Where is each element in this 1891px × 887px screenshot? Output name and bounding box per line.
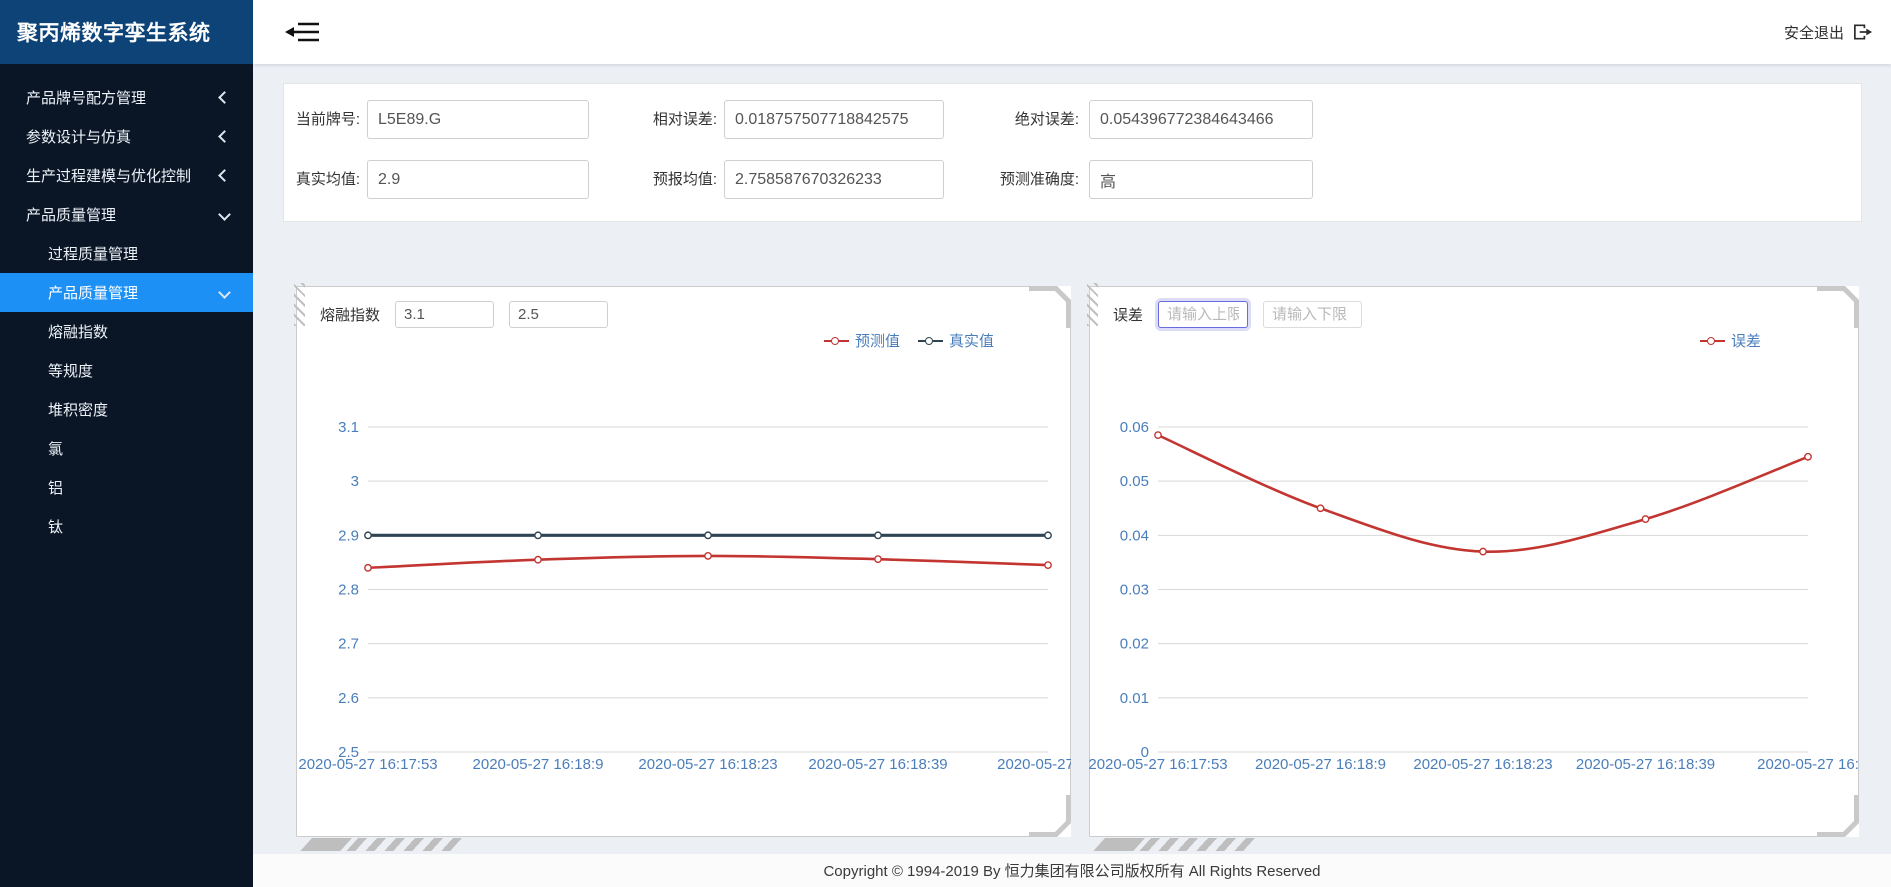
field-label: 真实均值: <box>288 160 360 199</box>
sidebar-item[interactable]: 堆积密度 <box>0 390 253 429</box>
y-axis-tick-label: 3 <box>351 473 359 490</box>
data-point-marker <box>705 532 711 538</box>
predicted-mean-input[interactable] <box>724 160 944 199</box>
data-point-marker <box>875 556 881 562</box>
relative-error-input[interactable] <box>724 100 944 139</box>
field-label: 相对误差: <box>629 100 717 139</box>
y-axis-tick-label: 0.02 <box>1120 636 1149 653</box>
y-axis-tick-label: 0.05 <box>1120 473 1149 490</box>
sidebar-item[interactable]: 生产过程建模与优化控制 <box>0 156 253 195</box>
sidebar-item[interactable]: 产品牌号配方管理 <box>0 78 253 117</box>
y-axis-tick-label: 2.9 <box>338 527 359 544</box>
x-axis-tick-label: 2020-05-27 16:18:39 <box>808 756 947 773</box>
data-point-marker <box>1317 505 1323 511</box>
x-axis-tick-label: 2020-05-27 16:18:23 <box>1413 756 1552 773</box>
field-label: 预测准确度: <box>974 160 1079 199</box>
y-axis-tick-label: 0.04 <box>1120 527 1149 544</box>
field-label: 预报均值: <box>629 160 717 199</box>
logout-icon <box>1852 22 1873 42</box>
data-point-marker <box>875 532 881 538</box>
y-axis-tick-label: 2.6 <box>338 690 359 707</box>
hamburger-left-arrow-icon <box>281 15 325 49</box>
series-line-误差 <box>1158 435 1808 552</box>
true-mean-input[interactable] <box>367 160 589 199</box>
y-axis-tick-label: 2.7 <box>338 636 359 653</box>
sidebar-item[interactable]: 过程质量管理 <box>0 234 253 273</box>
sidebar-item-label: 钛 <box>48 516 63 537</box>
summary-card: 当前牌号: 相对误差: 绝对误差: 真实均值: 预报均值: 预测准确度: <box>283 83 1862 222</box>
data-point-marker <box>1480 548 1486 554</box>
data-point-marker <box>535 532 541 538</box>
x-axis-tick-label: 2020-05-27 16:18:9 <box>473 756 604 773</box>
sidebar-item-label: 铝 <box>48 477 63 498</box>
chevron-left-icon <box>218 130 231 143</box>
sidebar-item-label: 氯 <box>48 438 63 459</box>
x-axis-tick-label: 2020-05-27 16:18:23 <box>638 756 777 773</box>
data-point-marker <box>1045 532 1051 538</box>
data-point-marker <box>365 532 371 538</box>
sidebar-item-label: 产品牌号配方管理 <box>26 87 146 108</box>
sidebar-item[interactable]: 参数设计与仿真 <box>0 117 253 156</box>
sidebar: 聚丙烯数字孪生系统 产品牌号配方管理参数设计与仿真生产过程建模与优化控制产品质量… <box>0 0 253 887</box>
x-axis-tick-label: 2020-05-27 16:18:9 <box>1255 756 1386 773</box>
sidebar-item-label: 过程质量管理 <box>48 243 138 264</box>
sidebar-item[interactable]: 钛 <box>0 507 253 546</box>
x-axis-tick-label: 2020-05-27 16:17:53 <box>298 756 437 773</box>
chevron-down-icon <box>218 286 231 299</box>
y-axis-tick-label: 0.01 <box>1120 690 1149 707</box>
logout-label: 安全退出 <box>1784 22 1844 43</box>
sidebar-toggle-button[interactable] <box>281 15 325 49</box>
absolute-error-input[interactable] <box>1089 100 1313 139</box>
data-point-marker <box>705 553 711 559</box>
corner-stripe-shadow-decoration <box>300 838 462 851</box>
sidebar-item[interactable]: 产品质量管理 <box>0 195 253 234</box>
logout-button[interactable]: 安全退出 <box>1774 0 1883 64</box>
field-label: 绝对误差: <box>974 100 1079 139</box>
x-axis-labels: 2020-05-27 16:17:53 2020-05-27 16:18:9 202… <box>296 754 1071 776</box>
top-bar: 安全退出 <box>253 0 1891 64</box>
current-grade-input[interactable] <box>367 100 589 139</box>
sidebar-item-label: 等规度 <box>48 360 93 381</box>
x-axis-tick-label: 2020-05-27 16:18:39 <box>1576 756 1715 773</box>
app-title: 聚丙烯数字孪生系统 <box>17 17 211 47</box>
x-axis-tick-label: 2020-05-27 16:17:53 <box>1089 756 1228 773</box>
data-point-marker <box>1642 516 1648 522</box>
sidebar-item-label: 参数设计与仿真 <box>26 126 131 147</box>
y-axis-tick-label: 2.8 <box>338 582 359 599</box>
y-axis-tick-label: 0.06 <box>1120 419 1149 436</box>
chevron-down-icon <box>218 208 231 221</box>
y-axis-tick-label: 0.03 <box>1120 582 1149 599</box>
sidebar-item[interactable]: 熔融指数 <box>0 312 253 351</box>
x-axis-tick-label: 2020-05-27 16: <box>997 756 1071 773</box>
x-axis-labels: 2020-05-27 16:17:53 2020-05-27 16:18:9 202… <box>1089 754 1859 776</box>
app-title-bar: 聚丙烯数字孪生系统 <box>0 0 253 64</box>
chevron-left-icon <box>218 91 231 104</box>
sidebar-item[interactable]: 产品质量管理 <box>0 273 253 312</box>
corner-stripe-shadow-decoration <box>1093 838 1255 851</box>
y-axis-tick-label: 3.1 <box>338 419 359 436</box>
prediction-accuracy-input[interactable] <box>1089 160 1313 199</box>
sidebar-menu: 产品牌号配方管理参数设计与仿真生产过程建模与优化控制产品质量管理过程质量管理产品… <box>0 64 253 546</box>
data-point-marker <box>535 557 541 563</box>
melt-index-chart-panel: 熔融指数 预测值真实值 2.52.62.72.82.933.1 2020-05-… <box>296 286 1071 837</box>
sidebar-item[interactable]: 氯 <box>0 429 253 468</box>
sidebar-item[interactable]: 铝 <box>0 468 253 507</box>
sidebar-item-label: 熔融指数 <box>48 321 108 342</box>
sidebar-item-label: 生产过程建模与优化控制 <box>26 165 191 186</box>
data-point-marker <box>1045 562 1051 568</box>
field-label: 当前牌号: <box>288 100 360 139</box>
data-point-marker <box>365 565 371 571</box>
sidebar-item[interactable]: 等规度 <box>0 351 253 390</box>
footer: Copyright © 1994-2019 By 恒力集团有限公司版权所有 Al… <box>253 854 1891 887</box>
sidebar-item-label: 产品质量管理 <box>26 204 116 225</box>
sidebar-item-label: 堆积密度 <box>48 399 108 420</box>
error-chart-panel: 误差 误差 00.010.020.030.040.050.06 2020-05-… <box>1089 286 1859 837</box>
sidebar-item-label: 产品质量管理 <box>48 282 138 303</box>
data-point-marker <box>1155 432 1161 438</box>
x-axis-tick-label: 2020-05-27 16: <box>1757 756 1859 773</box>
copyright-text: Copyright © 1994-2019 By 恒力集团有限公司版权所有 Al… <box>823 860 1320 881</box>
data-point-marker <box>1805 454 1811 460</box>
chevron-left-icon <box>218 169 231 182</box>
